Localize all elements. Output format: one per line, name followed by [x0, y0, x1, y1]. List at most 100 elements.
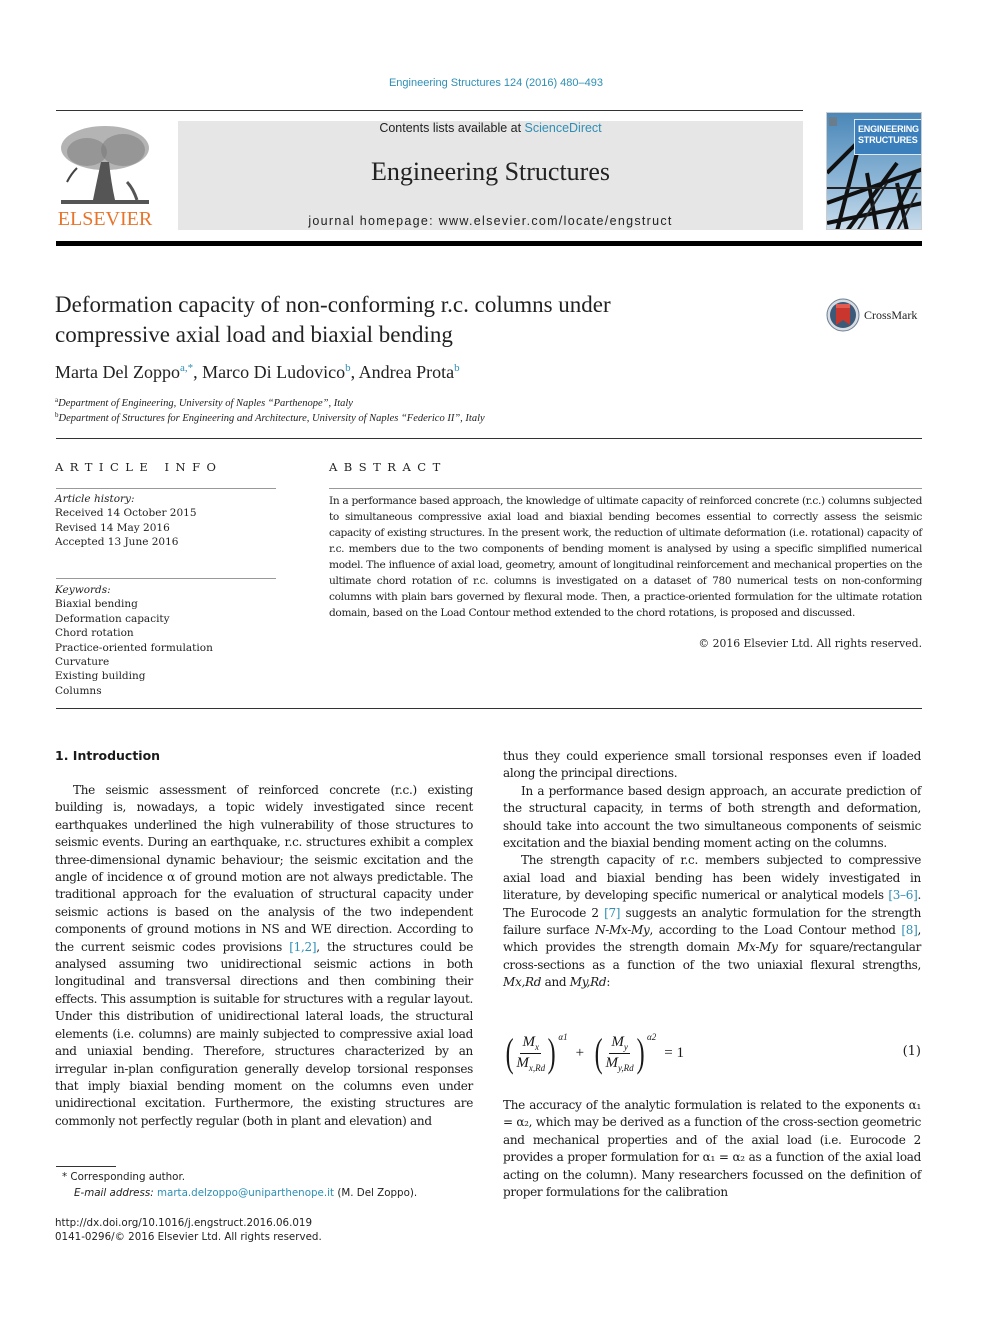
- contents-available-line: Contents lists available at ScienceDirec…: [178, 121, 803, 135]
- section-heading-introduction: 1. Introduction: [55, 748, 161, 763]
- article-history: Article history: Received 14 October 201…: [55, 492, 197, 550]
- math-inline: Mx,Rd: [503, 975, 542, 990]
- history-label: Article history:: [55, 493, 135, 505]
- journal-reference-link[interactable]: Engineering Structures 124 (2016) 480–49…: [0, 77, 992, 89]
- plus-operator: +: [575, 1044, 585, 1061]
- keyword-item: Curvature: [55, 656, 110, 669]
- front-matter-divider: [56, 708, 922, 709]
- sciencedirect-link[interactable]: ScienceDirect: [525, 121, 602, 135]
- exponent: α2: [647, 1032, 657, 1042]
- citation-link[interactable]: [1,2]: [289, 940, 316, 954]
- paragraph-text: and: [541, 975, 570, 990]
- math-inline: N-Mx-My: [595, 923, 650, 938]
- journal-masthead: Contents lists available at ScienceDirec…: [178, 121, 803, 230]
- equals-one: = 1: [664, 1044, 684, 1061]
- subscript: y: [623, 1041, 628, 1052]
- author-affiliation-marker[interactable]: a,*: [180, 362, 193, 374]
- paper-title-line2: compressive axial load and biaxial bendi…: [55, 322, 453, 347]
- header-top-rule: [56, 110, 803, 111]
- paragraph-text: , the structures could be analysed assum…: [55, 939, 473, 1128]
- cover-title: ENGINEERING STRUCTURES: [858, 124, 921, 146]
- header-thick-rule: [56, 241, 922, 246]
- citation-link[interactable]: [8]: [901, 923, 917, 937]
- crossmark-icon: [826, 298, 860, 332]
- journal-homepage[interactable]: journal homepage: www.elsevier.com/locat…: [178, 214, 803, 228]
- elsevier-logo[interactable]: ELSEVIER: [55, 120, 155, 232]
- author-separator: ,: [193, 362, 203, 382]
- crossmark-button[interactable]: CrossMark: [826, 298, 926, 334]
- denominator: M: [605, 1054, 618, 1071]
- abstract-rule: [329, 488, 922, 489]
- abstract-copyright: © 2016 Elsevier Ltd. All rights reserved…: [698, 637, 922, 650]
- body-paragraph: In a performance based design approach, …: [503, 783, 921, 851]
- subscript: y,Rd: [617, 1062, 634, 1073]
- journal-cover-image[interactable]: ENGINEERING STRUCTURES: [826, 112, 922, 230]
- keyword-item: Columns: [55, 684, 102, 697]
- paper-title: Deformation capacity of non-conforming r…: [55, 290, 755, 350]
- footnote-rule: [56, 1166, 116, 1167]
- contents-prefix: Contents lists available at: [379, 121, 525, 135]
- author-affiliation-marker[interactable]: b: [454, 362, 460, 374]
- body-paragraph: The strength capacity of r.c. members su…: [503, 852, 921, 991]
- history-received: Received 14 October 2015: [55, 507, 197, 520]
- keyword-item: Practice-oriented formulation: [55, 641, 213, 654]
- numerator: M: [522, 1033, 535, 1050]
- cover-title-line1: ENGINEERING: [858, 124, 919, 134]
- abstract-heading: ABSTRACT: [329, 460, 447, 474]
- keyword-item: Deformation capacity: [55, 612, 170, 625]
- math-inline: My,Rd: [569, 975, 607, 990]
- title-divider: [56, 438, 922, 439]
- body-paragraph: thus they could experience small torsion…: [503, 749, 921, 781]
- affiliation-a: aDepartment of Engineering, University o…: [55, 396, 353, 409]
- history-revised: Revised 14 May 2016: [55, 521, 170, 534]
- numerator: M: [611, 1033, 624, 1050]
- cover-title-line2: STRUCTURES: [858, 135, 918, 145]
- body-left-column: The seismic assessment of reinforced con…: [55, 782, 473, 1130]
- citation-link[interactable]: [7]: [604, 906, 620, 920]
- paragraph-text: The seismic assessment of reinforced con…: [55, 783, 473, 954]
- body-paragraph: The seismic assessment of reinforced con…: [55, 782, 473, 1130]
- keywords-rule: [56, 578, 276, 579]
- email-suffix: (M. Del Zoppo).: [334, 1187, 418, 1199]
- keywords-label: Keywords:: [55, 584, 111, 596]
- body-paragraph: The accuracy of the analytic formulation…: [503, 1098, 921, 1200]
- author-name[interactable]: Andrea Prota: [359, 362, 454, 382]
- fraction-mx: Mx Mx,Rd: [516, 1034, 545, 1073]
- paren-close: ): [636, 1030, 645, 1075]
- equation-1: ( Mx Mx,Rd ) α1 + ( My My,Rd ) α2 = 1 (1…: [503, 1030, 921, 1076]
- keyword-item: Chord rotation: [55, 627, 134, 640]
- paper-title-line1: Deformation capacity of non-conforming r…: [55, 292, 611, 317]
- abstract-text: In a performance based approach, the kno…: [329, 495, 922, 619]
- citation-link[interactable]: [3–6]: [888, 888, 917, 902]
- article-info-rule: [56, 488, 276, 489]
- history-accepted: Accepted 13 June 2016: [55, 536, 179, 549]
- affiliation-text: Department of Engineering, University of…: [58, 398, 353, 409]
- author-name[interactable]: Marta Del Zoppo: [55, 362, 180, 382]
- paragraph-text: , according to the Load Contour method: [649, 923, 902, 938]
- email-label: E-mail address:: [74, 1187, 157, 1199]
- elsevier-wordmark: ELSEVIER: [57, 208, 153, 230]
- journal-name: Engineering Structures: [371, 157, 610, 186]
- body-right-column-continued: The accuracy of the analytic formulation…: [503, 1097, 921, 1201]
- doi-link[interactable]: http://dx.doi.org/10.1016/j.engstruct.20…: [55, 1217, 312, 1229]
- author-separator: ,: [350, 362, 359, 382]
- author-name[interactable]: Marco Di Ludovico: [202, 362, 345, 382]
- exponent: α1: [558, 1032, 568, 1042]
- equation-number: (1): [902, 1044, 921, 1059]
- author-list: Marta Del Zoppoa,*, Marco Di Ludovicob, …: [55, 362, 460, 383]
- equation-body: ( Mx Mx,Rd ) α1 + ( My My,Rd ) α2 = 1: [503, 1030, 692, 1076]
- body-right-column: thus they could experience small torsion…: [503, 748, 921, 992]
- crossmark-label: CrossMark: [864, 308, 918, 322]
- article-info-heading: ARTICLE INFO: [55, 460, 223, 474]
- corresponding-author-note: * Corresponding author.: [62, 1171, 186, 1183]
- elsevier-tree-icon: [57, 122, 153, 206]
- email-link[interactable]: marta.delzoppo@uniparthenope.it: [157, 1187, 334, 1199]
- affiliation-text: Department of Structures for Engineering…: [58, 413, 485, 424]
- math-inline: Mx-My: [737, 940, 778, 955]
- paren-open: (: [594, 1030, 603, 1075]
- keyword-item: Existing building: [55, 670, 146, 683]
- denominator: M: [516, 1054, 529, 1071]
- paren-open: (: [505, 1030, 514, 1075]
- fraction-my: My My,Rd: [605, 1034, 633, 1073]
- keywords-list: Keywords: Biaxial bending Deformation ca…: [55, 583, 213, 698]
